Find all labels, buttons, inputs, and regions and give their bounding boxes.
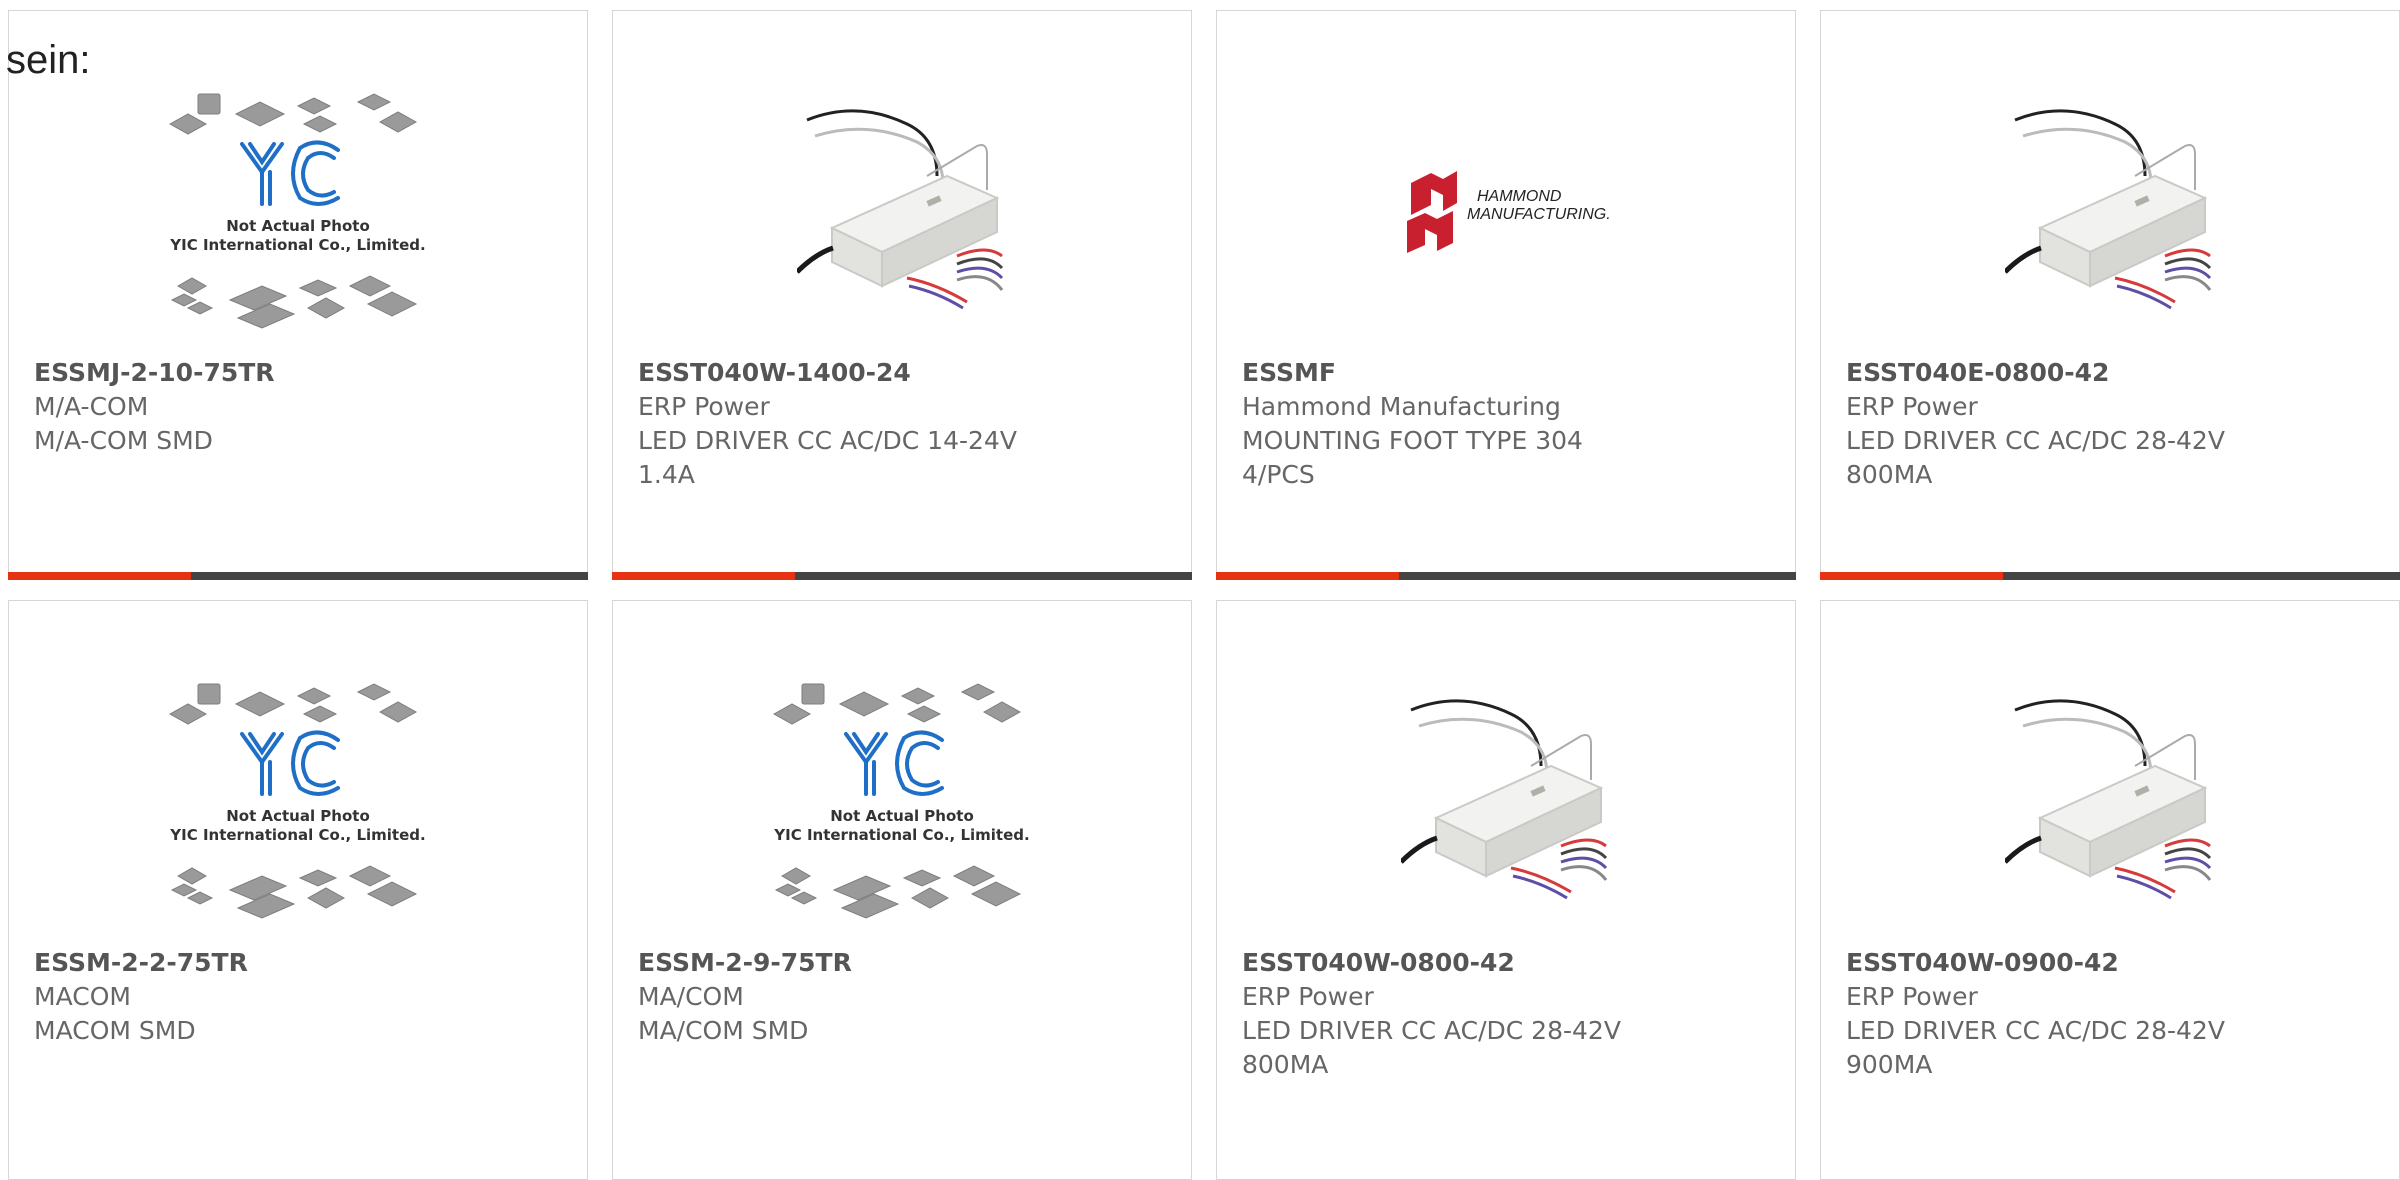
product-card[interactable]: Not Actual Photo YIC International Co., … xyxy=(8,10,588,580)
intro-text: sein: xyxy=(6,38,91,82)
svg-text:YIC International Co., Limited: YIC International Co., Limited. xyxy=(169,236,425,254)
part-number[interactable]: ESSM-2-2-75TR xyxy=(34,946,567,980)
manufacturer: ERP Power xyxy=(1846,982,1978,1011)
description-line: 900MA xyxy=(1846,1050,1933,1079)
svg-text:YIC International Co., Limited: YIC International Co., Limited. xyxy=(169,826,425,844)
description-line: LED DRIVER CC AC/DC 28-42V xyxy=(1242,1016,1621,1045)
manufacturer: ERP Power xyxy=(638,392,770,421)
product-card[interactable]: ESST040W-0800-42 ERP Power LED DRIVER CC… xyxy=(1216,600,1796,1180)
description-line: 4/PCS xyxy=(1242,460,1315,489)
product-card[interactable]: ESST040W-0900-42 ERP Power LED DRIVER CC… xyxy=(1820,600,2400,1180)
product-image[interactable]: Not Actual Photo YIC International Co., … xyxy=(9,656,587,941)
svg-text:YIC International Co., Limited: YIC International Co., Limited. xyxy=(773,826,1029,844)
led-driver-photo xyxy=(1401,696,1611,901)
card-bar xyxy=(1216,572,1796,580)
manufacturer: M/A-COM xyxy=(34,392,149,421)
svg-text:HAMMOND: HAMMOND xyxy=(1477,188,1562,205)
product-info: ESSM-2-2-75TR MACOM MACOM SMD xyxy=(34,946,567,1048)
product-card[interactable]: Not Actual Photo YIC International Co., … xyxy=(612,600,1192,1180)
product-image[interactable]: HAMMOND MANUFACTURING. xyxy=(1217,66,1795,351)
product-info: ESSMF Hammond Manufacturing MOUNTING FOO… xyxy=(1242,356,1775,492)
description-line: MA/COM SMD xyxy=(638,1016,809,1045)
part-number[interactable]: ESSMF xyxy=(1242,356,1775,390)
product-info: ESST040E-0800-42 ERP Power LED DRIVER CC… xyxy=(1846,356,2379,492)
manufacturer: ERP Power xyxy=(1242,982,1374,1011)
manufacturer: MA/COM xyxy=(638,982,744,1011)
product-image[interactable] xyxy=(1821,656,2399,941)
description-line: MOUNTING FOOT TYPE 304 xyxy=(1242,426,1583,455)
part-number[interactable]: ESST040W-0900-42 xyxy=(1846,946,2379,980)
not-actual-photo-placeholder: Not Actual Photo YIC International Co., … xyxy=(168,93,426,329)
product-info: ESSM-2-9-75TR MA/COM MA/COM SMD xyxy=(638,946,1171,1048)
description-line: LED DRIVER CC AC/DC 28-42V xyxy=(1846,1016,2225,1045)
svg-text:Not Actual Photo: Not Actual Photo xyxy=(226,217,370,235)
product-image[interactable] xyxy=(1821,66,2399,351)
card-bar xyxy=(1820,572,2400,580)
manufacturer: Hammond Manufacturing xyxy=(1242,392,1561,421)
part-number[interactable]: ESST040W-1400-24 xyxy=(638,356,1171,390)
part-number[interactable]: ESST040W-0800-42 xyxy=(1242,946,1775,980)
led-driver-photo xyxy=(797,106,1007,311)
description-line: MACOM SMD xyxy=(34,1016,196,1045)
part-number[interactable]: ESSMJ-2-10-75TR xyxy=(34,356,567,390)
part-number[interactable]: ESSM-2-9-75TR xyxy=(638,946,1171,980)
product-card[interactable]: ESST040E-0800-42 ERP Power LED DRIVER CC… xyxy=(1820,10,2400,580)
product-card[interactable]: ESST040W-1400-24 ERP Power LED DRIVER CC… xyxy=(612,10,1192,580)
product-card[interactable]: HAMMOND MANUFACTURING. ESSMF Hammond Man… xyxy=(1216,10,1796,580)
product-image[interactable]: Not Actual Photo YIC International Co., … xyxy=(9,66,587,351)
manufacturer: MACOM xyxy=(34,982,131,1011)
description-line: M/A-COM SMD xyxy=(34,426,213,455)
product-info: ESST040W-1400-24 ERP Power LED DRIVER CC… xyxy=(638,356,1171,492)
product-info: ESSMJ-2-10-75TR M/A-COM M/A-COM SMD xyxy=(34,356,567,458)
manufacturer: ERP Power xyxy=(1846,392,1978,421)
card-bar xyxy=(612,572,1192,580)
svg-text:MANUFACTURING.: MANUFACTURING. xyxy=(1467,206,1611,223)
product-info: ESST040W-0800-42 ERP Power LED DRIVER CC… xyxy=(1242,946,1775,1082)
description-line: 800MA xyxy=(1846,460,1933,489)
product-info: ESST040W-0900-42 ERP Power LED DRIVER CC… xyxy=(1846,946,2379,1082)
hammond-manufacturing-logo: HAMMOND MANUFACTURING. xyxy=(1407,170,1611,253)
svg-text:Not Actual Photo: Not Actual Photo xyxy=(830,807,974,825)
product-card[interactable]: Not Actual Photo YIC International Co., … xyxy=(8,600,588,1180)
led-driver-photo xyxy=(2005,106,2215,311)
description-line: LED DRIVER CC AC/DC 28-42V xyxy=(1846,426,2225,455)
description-line: 1.4A xyxy=(638,460,695,489)
description-line: 800MA xyxy=(1242,1050,1329,1079)
product-image[interactable] xyxy=(1217,656,1795,941)
card-bar xyxy=(8,572,588,580)
not-actual-photo-placeholder: Not Actual Photo YIC International Co., … xyxy=(168,683,426,919)
led-driver-photo xyxy=(2005,696,2215,901)
part-number[interactable]: ESST040E-0800-42 xyxy=(1846,356,2379,390)
description-line: LED DRIVER CC AC/DC 14-24V xyxy=(638,426,1017,455)
not-actual-photo-placeholder: Not Actual Photo YIC International Co., … xyxy=(772,683,1030,919)
product-image[interactable]: Not Actual Photo YIC International Co., … xyxy=(613,656,1191,941)
svg-text:Not Actual Photo: Not Actual Photo xyxy=(226,807,370,825)
product-image[interactable] xyxy=(613,66,1191,351)
